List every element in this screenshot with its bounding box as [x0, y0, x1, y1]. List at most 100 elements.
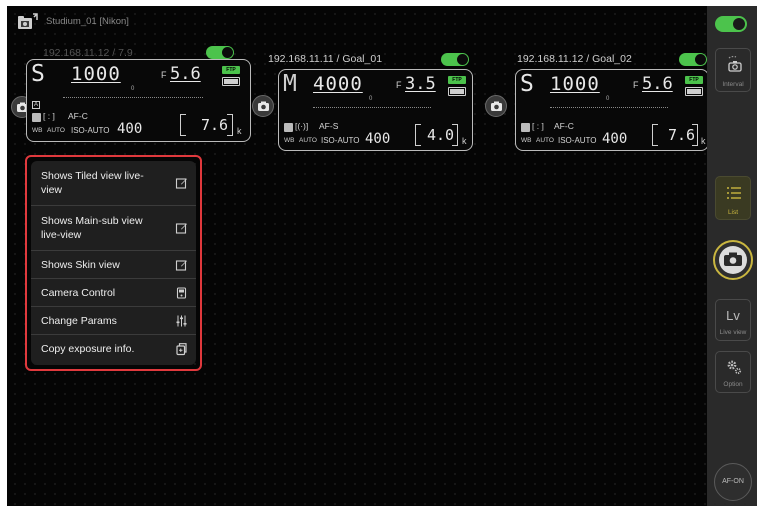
- shots-bracket-left: [415, 124, 421, 146]
- exposure-mode: S: [31, 61, 45, 87]
- live-view-icon: Lv: [726, 308, 740, 323]
- aperture-prefix: F: [161, 70, 167, 80]
- shots-unit: k: [237, 126, 242, 136]
- battery-icon: [222, 77, 240, 86]
- camera-1-toggle[interactable]: [206, 46, 234, 59]
- auto-badge: A: [32, 101, 40, 109]
- shutter-speed[interactable]: 1000: [71, 62, 121, 86]
- wb-value: AUTO: [47, 127, 65, 134]
- iso-label: ISO-AUTO: [71, 126, 110, 135]
- aperture-value[interactable]: 5.6: [170, 62, 201, 86]
- camera-2-toggle[interactable]: [441, 53, 469, 66]
- camera-2-capture-button[interactable]: [252, 95, 274, 117]
- shots-unit: k: [462, 136, 467, 146]
- menu-item-label: Shows Main-sub view live-view: [41, 215, 143, 241]
- ftp-badge: FTP: [685, 76, 703, 84]
- menu-item-label: Shows Skin view: [41, 258, 120, 271]
- camera-3-capture-button[interactable]: [485, 95, 507, 117]
- menu-item-skin-view[interactable]: Shows Skin view: [31, 251, 196, 279]
- app-window: Studium_01 [Nikon] 192.168.11.12 / 7.9 S…: [7, 6, 757, 506]
- camera-3-card[interactable]: S 1000 F 5.6 FTP 0 [ : ] AF-C WB AUTO IS…: [515, 69, 709, 151]
- studio-title: Studium_01 [Nikon]: [46, 16, 129, 27]
- ftp-badge: FTP: [448, 76, 466, 84]
- interval-timer-icon: [728, 55, 742, 72]
- menu-item-label: Change Params: [41, 314, 117, 327]
- edit-icon: [175, 259, 187, 271]
- exposure-zero-label: 0: [606, 96, 610, 102]
- shots-unit: k: [701, 136, 706, 146]
- camera-2-card[interactable]: M 4000 F 3.5 FTP 0 [(·)] AF-S WB AUTO IS…: [278, 69, 473, 151]
- af-area-icon: [32, 113, 41, 122]
- shots-remaining: 4.0: [427, 126, 455, 144]
- shots-bracket-left: [652, 124, 658, 146]
- wb-value: AUTO: [536, 137, 554, 144]
- list-view-button[interactable]: List: [715, 176, 751, 220]
- menu-item-label: Copy exposure info.: [41, 343, 135, 355]
- live-view-label: Live view: [719, 329, 747, 336]
- exposure-mode: S: [520, 71, 534, 97]
- af-mode: AF-S: [319, 121, 339, 131]
- exposure-scale: 0: [63, 86, 203, 98]
- exposure-scale: 0: [313, 96, 431, 108]
- camera-1-card[interactable]: S 1000 F 5.6 FTP 0 A [ : ] AF-C WB AUTO …: [26, 59, 251, 142]
- exposure-zero-label: 0: [369, 96, 373, 102]
- iso-label: ISO-AUTO: [558, 136, 597, 145]
- option-label: Option: [723, 381, 743, 388]
- iso-value[interactable]: 400: [365, 131, 390, 147]
- iso-value[interactable]: 400: [117, 121, 142, 137]
- camera-3-ip-label: 192.168.11.12 / Goal_02: [517, 53, 632, 65]
- menu-item-copy-exposure[interactable]: Copy exposure info.: [31, 335, 196, 363]
- option-button[interactable]: Option: [715, 351, 751, 393]
- studio-folder-icon[interactable]: [17, 12, 39, 30]
- camera-icon: [724, 252, 742, 266]
- camera-context-menu: Shows Tiled view live-view Shows Main-su…: [31, 161, 196, 365]
- af-area-icon: [284, 123, 293, 132]
- interval-label: Interval: [722, 81, 744, 88]
- af-bracket: [ : ]: [532, 121, 544, 131]
- ftp-badge: FTP: [222, 66, 240, 74]
- menu-item-main-sub-view[interactable]: Shows Main-sub view live-view: [31, 206, 196, 251]
- camera-icon: [491, 101, 502, 111]
- af-bracket: [ : ]: [43, 111, 55, 121]
- iso-value[interactable]: 400: [602, 131, 627, 147]
- shutter-speed[interactable]: 4000: [313, 72, 363, 96]
- camera-2-ip-label: 192.168.11.11 / Goal_01: [268, 53, 383, 65]
- camera-3-toggle[interactable]: [679, 53, 707, 66]
- camera-grid-area: Studium_01 [Nikon] 192.168.11.12 / 7.9 S…: [7, 6, 709, 506]
- shots-bracket-left: [180, 114, 186, 136]
- live-view-button[interactable]: Lv Live view: [715, 299, 751, 341]
- list-label: List: [727, 209, 739, 216]
- exposure-zero-label: 0: [131, 86, 135, 92]
- master-toggle[interactable]: [715, 16, 747, 32]
- exposure-scale: 0: [550, 96, 668, 108]
- aperture-prefix: F: [633, 80, 639, 90]
- af-area-icon: [521, 123, 530, 132]
- aperture-value[interactable]: 3.5: [405, 72, 436, 96]
- shots-bracket-right: [227, 114, 233, 136]
- top-bar: Studium_01 [Nikon]: [7, 6, 707, 36]
- aperture-value[interactable]: 5.6: [642, 72, 673, 96]
- gear-icon: [727, 360, 742, 375]
- wb-label: WB: [284, 137, 295, 144]
- sliders-icon: [176, 315, 187, 326]
- list-icon: [727, 187, 741, 199]
- camera-icon: [258, 101, 269, 111]
- shutter-speed[interactable]: 1000: [550, 72, 600, 96]
- copy-icon: [176, 343, 187, 356]
- menu-item-change-params[interactable]: Change Params: [31, 307, 196, 335]
- interval-button[interactable]: Interval: [715, 48, 751, 92]
- menu-item-camera-control[interactable]: Camera Control: [31, 279, 196, 307]
- menu-item-label: Camera Control: [41, 286, 116, 299]
- menu-highlight-frame: Shows Tiled view live-view Shows Main-su…: [25, 155, 202, 371]
- af-mode: AF-C: [554, 121, 574, 131]
- menu-item-tiled-view[interactable]: Shows Tiled view live-view: [31, 161, 196, 206]
- battery-icon: [448, 87, 466, 96]
- af-on-button[interactable]: AF-ON: [714, 463, 752, 501]
- shutter-release-button[interactable]: [713, 240, 753, 280]
- wb-value: AUTO: [299, 137, 317, 144]
- exposure-mode: M: [283, 71, 297, 97]
- af-mode: AF-C: [68, 111, 88, 121]
- edit-icon: [175, 223, 187, 234]
- menu-item-label: Shows Tiled view live-view: [41, 170, 144, 196]
- af-bracket: [(·)]: [295, 121, 309, 131]
